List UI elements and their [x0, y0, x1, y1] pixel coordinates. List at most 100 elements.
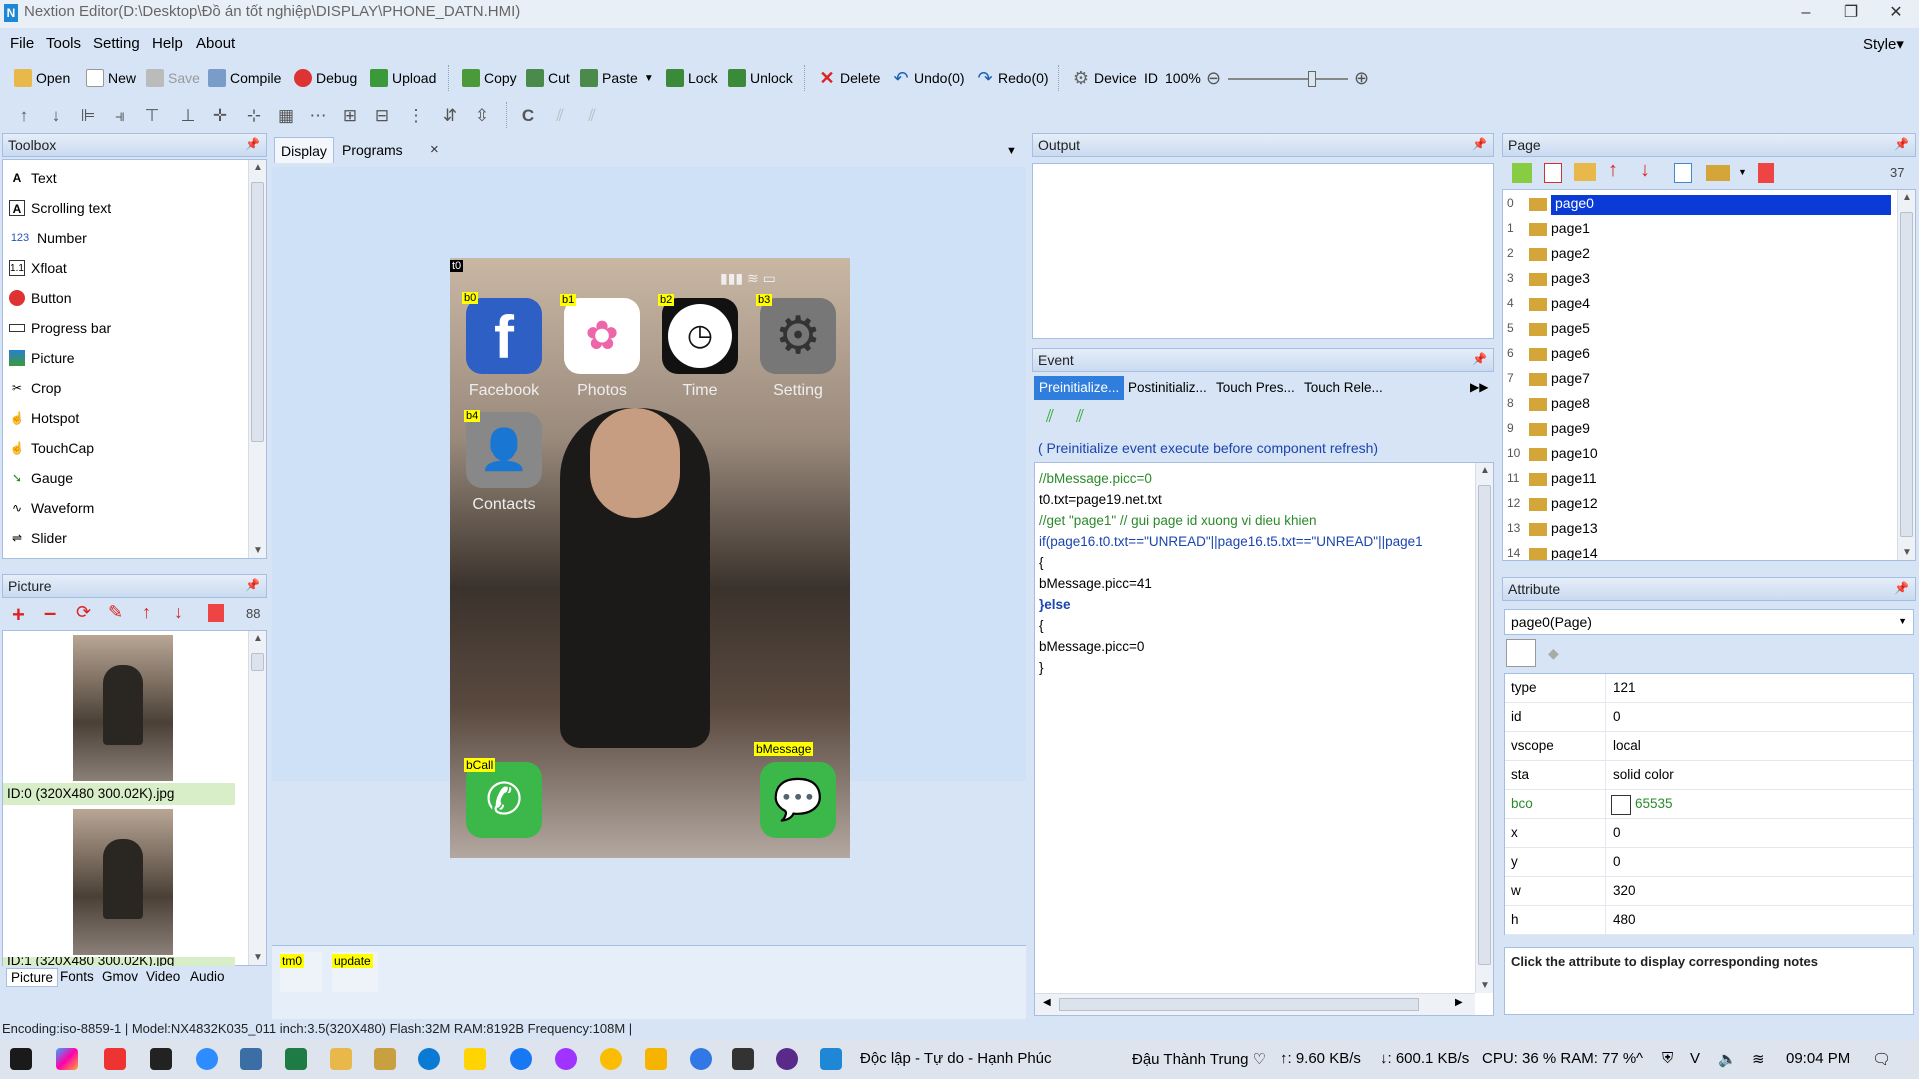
clock[interactable]: 09:04 PM: [1786, 1050, 1850, 1067]
attribute-row[interactable]: h 480: [1505, 906, 1913, 935]
attribute-row[interactable]: x0: [1505, 819, 1913, 848]
uncomment-icon[interactable]: ⫽: [1076, 406, 1084, 427]
comment-icon[interactable]: ⫽: [1046, 406, 1054, 427]
tab-postinitialize[interactable]: Postinitializ...: [1128, 380, 1207, 395]
import-page-icon[interactable]: [1574, 163, 1596, 181]
page-list-item[interactable]: 5 page5: [1503, 317, 1895, 341]
scroll-down-icon[interactable]: ▼: [249, 545, 267, 556]
pin-icon[interactable]: 📌: [245, 137, 260, 151]
tabs-more-icon[interactable]: ▶▶: [1470, 380, 1488, 394]
trash-icon[interactable]: [208, 604, 224, 622]
scroll-up-icon[interactable]: ▲: [249, 633, 267, 644]
page-dropdown-icon[interactable]: ▼: [1738, 167, 1747, 177]
sticky-notes-icon[interactable]: [464, 1048, 486, 1070]
page-list-item[interactable]: 4 page4: [1503, 292, 1895, 316]
style-menu[interactable]: Style▾: [1863, 35, 1904, 53]
page-list-item[interactable]: 9 page9: [1503, 417, 1895, 441]
move-down-icon[interactable]: ↓: [174, 602, 183, 623]
facebook-app-icon[interactable]: f: [466, 298, 542, 374]
device-button[interactable]: ⚙ Device: [1072, 65, 1137, 91]
picture-caption-0[interactable]: ID:0 (320X480 300.02K).jpg: [3, 783, 235, 805]
attribute-row[interactable]: y0: [1505, 848, 1913, 877]
toolbox-item-gauge[interactable]: ➘ Gauge: [9, 466, 73, 490]
toolbox-item-picture[interactable]: Picture: [9, 346, 75, 370]
tab-dropdown-icon[interactable]: ▼: [1006, 145, 1017, 157]
wifi-icon[interactable]: ≋: [1752, 1050, 1765, 1068]
notification-icon[interactable]: 🗨: [1872, 1050, 1891, 1068]
toolbox-item-progress-bar[interactable]: Progress bar: [9, 316, 111, 340]
message-icon[interactable]: 💬: [760, 762, 836, 838]
picture-thumbnail-1[interactable]: [73, 809, 173, 955]
excel-icon[interactable]: [285, 1048, 307, 1070]
timer-tm0[interactable]: tm0: [280, 952, 322, 992]
page-list-item[interactable]: 7 page7: [1503, 367, 1895, 391]
tab-preinitialize[interactable]: Preinitialize...: [1034, 376, 1125, 400]
scrollbar-thumb[interactable]: [251, 182, 264, 442]
move-up-icon[interactable]: ↑: [14, 106, 34, 126]
scrollbar-thumb[interactable]: [251, 653, 264, 671]
zoom-slider-track[interactable]: [1228, 78, 1348, 80]
attribute-row[interactable]: vscope local: [1505, 732, 1913, 761]
setting-app-icon[interactable]: ⚙: [760, 298, 836, 374]
trash-icon[interactable]: [1758, 163, 1774, 183]
scroll-right-icon[interactable]: ▶: [1455, 997, 1463, 1008]
scroll-up-icon[interactable]: ▲: [1898, 192, 1915, 203]
zoom-out-icon[interactable]: ⊖: [1206, 65, 1221, 91]
spacing-vertical-icon[interactable]: ⋮: [406, 106, 426, 126]
output-text-area[interactable]: [1032, 163, 1494, 339]
delete-button[interactable]: ✕ Delete: [818, 65, 880, 91]
tab-gmov[interactable]: Gmov: [102, 969, 138, 984]
toolbox-item-number[interactable]: 123 Number: [9, 226, 87, 250]
contacts-app-icon[interactable]: 👤: [466, 412, 542, 488]
app-icon[interactable]: [150, 1048, 172, 1070]
code-vscrollbar[interactable]: ▲ ▼: [1475, 463, 1493, 993]
redo-button[interactable]: ↷ Redo(0): [976, 65, 1048, 91]
menu-about[interactable]: About: [196, 35, 235, 52]
compile-button[interactable]: Compile: [208, 65, 281, 91]
tab-picture[interactable]: Picture: [6, 968, 59, 987]
code-editor[interactable]: //bMessage.picc=0 t0.txt=page19.net.txt …: [1034, 462, 1494, 1016]
delete-page-icon[interactable]: [1544, 163, 1562, 183]
time-app-icon[interactable]: ◷: [662, 298, 738, 374]
toolbox-item-xfloat[interactable]: 1.1 Xfloat: [9, 256, 67, 280]
phone-screen[interactable]: ▮▮▮ ≋ ▭ f ✿ ◷ ⚙ Facebook Photos Time Set…: [450, 258, 850, 858]
paste-dropdown-icon[interactable]: ▼: [644, 73, 654, 84]
zoom-slider-thumb[interactable]: [1308, 71, 1316, 87]
chrome-icon[interactable]: [600, 1048, 622, 1070]
attribute-row[interactable]: bco 65535: [1505, 790, 1913, 819]
app-icon[interactable]: [374, 1048, 396, 1070]
new-button[interactable]: New: [86, 65, 136, 91]
resize-icon[interactable]: ⇳: [472, 106, 492, 126]
unlock-button[interactable]: Unlock: [728, 65, 793, 91]
move-up-icon[interactable]: ↑: [1608, 159, 1618, 182]
add-icon[interactable]: +: [12, 602, 25, 628]
menu-tools[interactable]: Tools: [46, 35, 81, 52]
menu-setting[interactable]: Setting: [93, 35, 140, 52]
zoom-in-icon[interactable]: ⊕: [1354, 65, 1369, 91]
save-button[interactable]: Save: [146, 65, 200, 91]
equal-width-icon[interactable]: ⊞: [340, 106, 360, 126]
page-list-item[interactable]: 14 page14: [1503, 542, 1895, 560]
distribute-icon[interactable]: ⇵: [440, 106, 460, 126]
comment-icon[interactable]: C: [518, 106, 538, 126]
calculator-icon[interactable]: [240, 1048, 262, 1070]
chevron-down-icon[interactable]: ▼: [1898, 616, 1907, 626]
tab-close-icon[interactable]: ×: [430, 141, 439, 158]
uncomment-icon[interactable]: ⫽: [582, 106, 602, 126]
scrollbar-thumb[interactable]: [1478, 485, 1491, 965]
messenger-icon[interactable]: [555, 1048, 577, 1070]
edit-icon[interactable]: ✎: [108, 602, 123, 623]
timer-update[interactable]: update: [332, 952, 378, 992]
property-view-icon[interactable]: [1506, 639, 1536, 667]
close-button[interactable]: ✕: [1876, 0, 1916, 28]
photos-app-icon[interactable]: ✿: [564, 298, 640, 374]
grid-icon[interactable]: ▦: [276, 106, 296, 126]
equal-height-icon[interactable]: ⊟: [372, 106, 392, 126]
github-icon[interactable]: [776, 1048, 798, 1070]
scroll-down-icon[interactable]: ▼: [1476, 980, 1493, 991]
pin-icon[interactable]: 📌: [1894, 581, 1909, 595]
comment-lines-icon[interactable]: ⫽: [550, 106, 570, 126]
page-list-item[interactable]: 10 page10: [1503, 442, 1895, 466]
move-down-icon[interactable]: ↓: [1640, 159, 1650, 182]
tab-touch-release[interactable]: Touch Rele...: [1304, 380, 1383, 395]
